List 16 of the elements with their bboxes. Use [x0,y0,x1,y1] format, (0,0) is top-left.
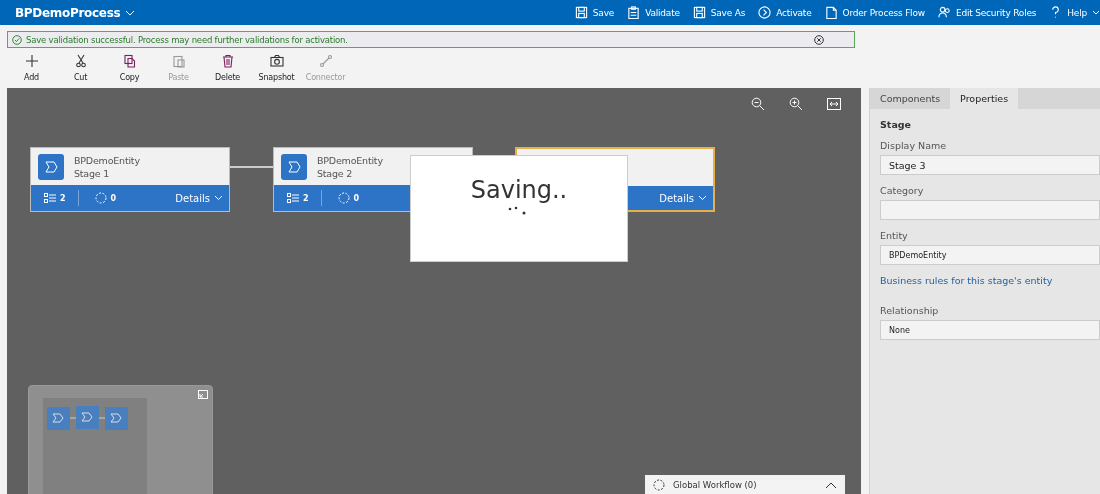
stage-entity: BPDemoEntity [74,153,140,167]
stage-name: Stage 2 [317,166,354,180]
steps-count: 2 [303,193,309,203]
section-heading: Stage [880,119,913,130]
field-label: Relationship [880,305,940,316]
field-label: Category [880,185,925,196]
field-label: Display Name [880,140,948,151]
field-label: Entity [880,230,909,241]
global-workflow-label: Global Workflow (0) [673,480,757,490]
stage-entity: BPDemoEntity [317,153,383,167]
stage-name: Stage 1 [74,166,111,180]
steps-count: 2 [60,193,66,203]
workflow-count: 0 [110,193,117,203]
saving-text: Saving.. [470,176,568,204]
notification-text: Save validation successful. Process may need further validations for activation. [26,34,348,45]
workflow-count: 0 [353,193,360,203]
